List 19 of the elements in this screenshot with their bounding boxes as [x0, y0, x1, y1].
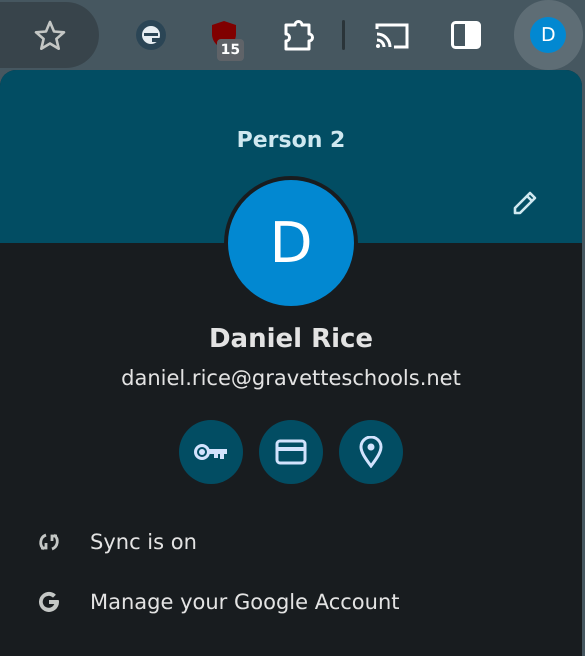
sync-icon: [38, 531, 60, 553]
bookmark-star-button[interactable]: [0, 2, 100, 68]
cast-icon: [374, 21, 410, 49]
location-pin-icon: [359, 436, 383, 468]
menu-item[interactable]: Sync is on: [0, 512, 582, 572]
profile-email: daniel.rice@gravetteschools.net: [121, 366, 461, 390]
google-icon: [37, 590, 61, 614]
extension-button[interactable]: 15: [198, 9, 250, 61]
pencil-icon: [512, 190, 538, 216]
profile-button[interactable]: D: [514, 0, 583, 70]
profile-title: Person 2: [236, 128, 346, 153]
side-panel-icon: [450, 21, 481, 49]
count-badge: 15: [216, 39, 244, 61]
menu-item[interactable]: Manage your Google Account: [0, 572, 582, 632]
star-icon: [34, 20, 66, 50]
key-icon: [193, 441, 229, 463]
profile-name: Daniel Rice: [208, 324, 374, 354]
card-icon: [275, 439, 307, 465]
avatar-letter: D: [530, 17, 566, 53]
